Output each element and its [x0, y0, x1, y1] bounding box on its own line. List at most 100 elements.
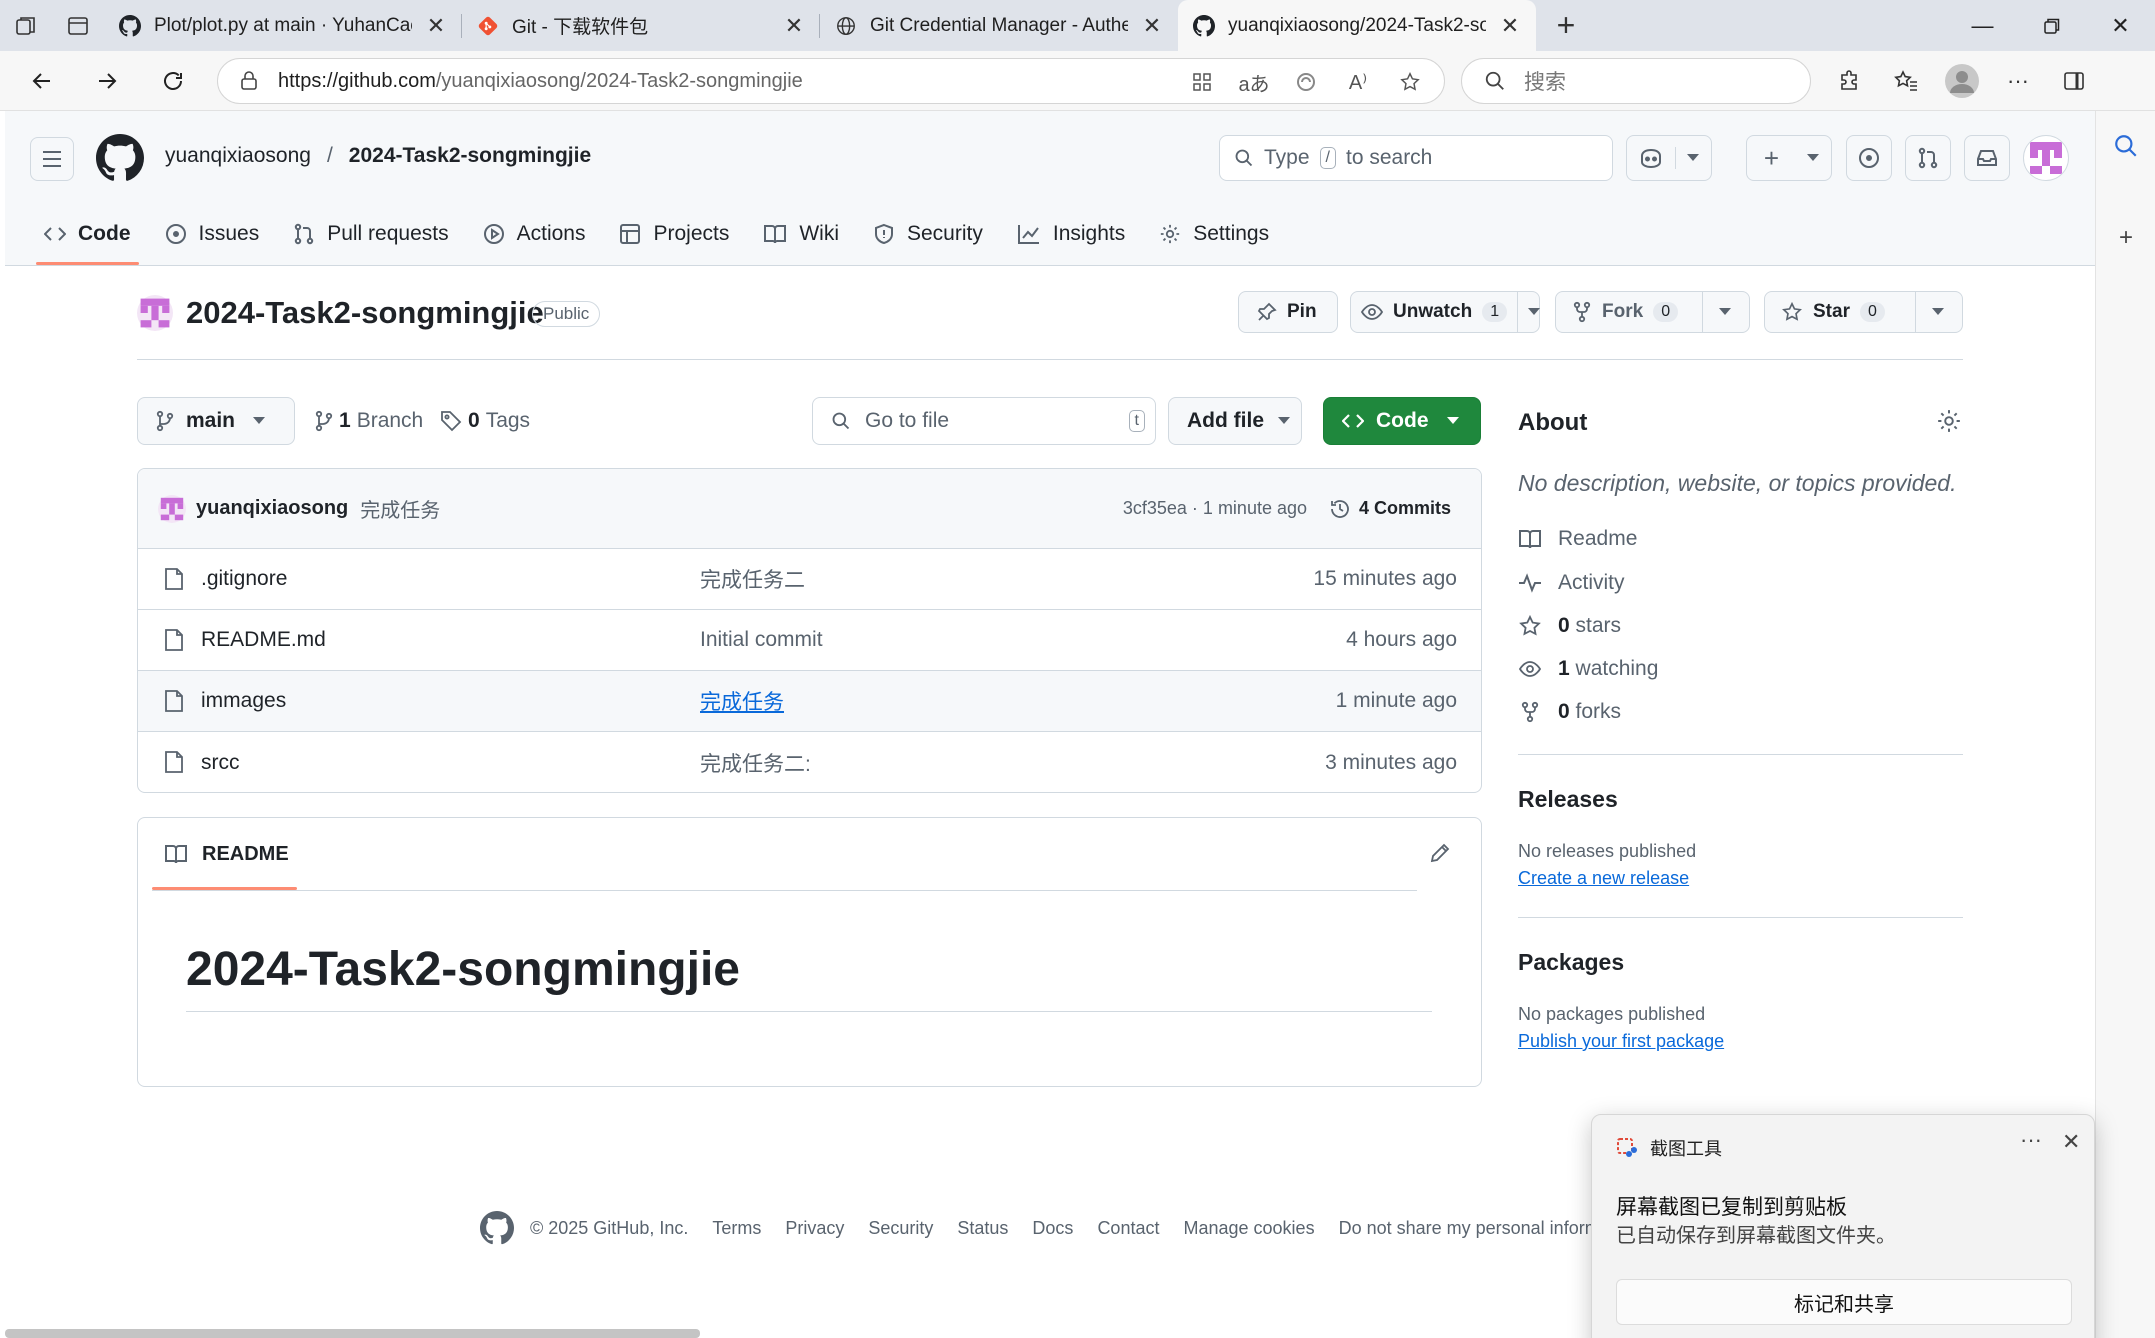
- file-name[interactable]: immages: [201, 689, 286, 713]
- menu-button[interactable]: [30, 137, 74, 181]
- packages-title[interactable]: Packages: [1518, 949, 1624, 976]
- footer-link-docs[interactable]: Docs: [1032, 1218, 1073, 1239]
- profile-avatar[interactable]: [1942, 61, 1982, 101]
- translate-icon[interactable]: aあ: [1238, 67, 1270, 97]
- code-button[interactable]: Code: [1323, 397, 1481, 445]
- footer-link-privacy[interactable]: Privacy: [785, 1218, 844, 1239]
- add-icon[interactable]: +: [2096, 224, 2155, 252]
- tab-security[interactable]: Security: [859, 203, 997, 265]
- read-aloud-icon[interactable]: A⁾: [1342, 67, 1374, 97]
- markup-and-share-button[interactable]: 标记和共享: [1616, 1279, 2072, 1325]
- create-new-button[interactable]: +: [1746, 135, 1832, 181]
- table-row[interactable]: .gitignore 完成任务二 15 minutes ago: [138, 549, 1481, 610]
- browser-search-input[interactable]: 搜索: [1461, 58, 1811, 104]
- chevron-down-icon[interactable]: [1517, 292, 1550, 332]
- chevron-down-icon[interactable]: [1915, 292, 1960, 332]
- go-to-file-input[interactable]: Go to file t: [812, 397, 1156, 445]
- apps-icon[interactable]: [1186, 67, 1218, 97]
- file-name[interactable]: srcc: [201, 751, 240, 775]
- commit-author[interactable]: yuanqixiaosong: [196, 497, 348, 520]
- close-icon[interactable]: ✕: [782, 13, 806, 38]
- forks-link[interactable]: 0 forks: [1518, 700, 1621, 724]
- minimize-icon[interactable]: —: [1948, 0, 2017, 51]
- tab-issues[interactable]: Issues: [151, 203, 274, 265]
- close-icon[interactable]: ✕: [424, 13, 448, 38]
- table-row[interactable]: srcc 完成任务二: 3 minutes ago: [138, 732, 1481, 792]
- footer-link-terms[interactable]: Terms: [712, 1218, 761, 1239]
- readme-link[interactable]: Readme: [1518, 527, 1637, 551]
- add-file-button[interactable]: Add file: [1168, 397, 1302, 445]
- file-commit-message[interactable]: 完成任务二:: [700, 748, 811, 778]
- stars-link[interactable]: 0 stars: [1518, 614, 1621, 638]
- back-icon[interactable]: [22, 63, 62, 99]
- new-tab-button[interactable]: +: [1536, 0, 1596, 51]
- gear-icon[interactable]: [1936, 408, 1962, 434]
- edge-refresh-icon[interactable]: [1290, 67, 1322, 97]
- table-row[interactable]: README.md Initial commit 4 hours ago: [138, 610, 1481, 671]
- table-row[interactable]: immages 完成任务 1 minute ago: [138, 671, 1481, 732]
- browser-tab-active[interactable]: yuanqixiaosong/2024-Task2-songmingjie ✕: [1178, 0, 1536, 51]
- footer-link-status[interactable]: Status: [957, 1218, 1008, 1239]
- commit-meta[interactable]: 3cf35ea · 1 minute ago: [1123, 498, 1307, 519]
- file-commit-message[interactable]: 完成任务二: [700, 564, 805, 594]
- close-icon[interactable]: ✕: [1140, 13, 1164, 38]
- pull-requests-button[interactable]: [1905, 135, 1951, 181]
- file-commit-message[interactable]: Initial commit: [700, 628, 823, 652]
- watching-link[interactable]: 1 watching: [1518, 657, 1658, 681]
- refresh-icon[interactable]: [153, 63, 193, 99]
- readme-tab[interactable]: README: [152, 818, 297, 890]
- user-avatar[interactable]: [2023, 135, 2069, 181]
- commits-link[interactable]: 4 Commits: [1329, 498, 1451, 520]
- create-release-link[interactable]: Create a new release: [1518, 868, 1689, 889]
- publish-package-link[interactable]: Publish your first package: [1518, 1031, 1724, 1052]
- branch-selector[interactable]: main: [137, 397, 295, 445]
- footer-link-manage-cookies[interactable]: Manage cookies: [1183, 1218, 1314, 1239]
- pin-button[interactable]: Pin: [1238, 291, 1338, 333]
- tab-code[interactable]: Code: [30, 203, 145, 265]
- file-name[interactable]: .gitignore: [201, 567, 287, 591]
- file-name[interactable]: README.md: [201, 628, 326, 652]
- pencil-icon[interactable]: [1429, 842, 1451, 864]
- favorites-icon[interactable]: [1886, 61, 1926, 101]
- branches-link[interactable]: 1 Branch: [315, 409, 423, 433]
- browser-tab[interactable]: Git - 下载软件包 ✕: [462, 0, 820, 51]
- browser-tab[interactable]: Plot/plot.py at main · YuhanCaelan ✕: [104, 0, 462, 51]
- github-search-input[interactable]: Type / to search: [1219, 135, 1613, 181]
- breadcrumb-owner[interactable]: yuanqixiaosong: [165, 144, 311, 168]
- more-icon[interactable]: ···: [1998, 61, 2038, 101]
- file-commit-message[interactable]: 完成任务: [700, 686, 784, 716]
- forward-icon[interactable]: [87, 63, 127, 99]
- vertical-tabs-icon[interactable]: [52, 0, 104, 51]
- watch-button[interactable]: Unwatch 1: [1350, 291, 1541, 333]
- tab-settings[interactable]: Settings: [1145, 203, 1283, 265]
- favorite-star-icon[interactable]: [1394, 67, 1426, 97]
- copilot-button[interactable]: [1626, 135, 1712, 181]
- github-logo-icon[interactable]: [480, 1211, 514, 1245]
- breadcrumb-repo[interactable]: 2024-Task2-songmingjie: [349, 144, 591, 168]
- close-window-icon[interactable]: ✕: [2086, 0, 2155, 51]
- inbox-button[interactable]: [1964, 135, 2010, 181]
- star-button[interactable]: Star 0: [1764, 291, 1963, 333]
- url-input[interactable]: https://github.com/yuanqixiaosong/2024-T…: [217, 58, 1445, 104]
- restore-icon[interactable]: [2017, 0, 2086, 51]
- issues-button[interactable]: [1846, 135, 1892, 181]
- page-title[interactable]: 2024-Task2-songmingjie: [186, 295, 544, 331]
- releases-title[interactable]: Releases: [1518, 786, 1618, 813]
- footer-link-contact[interactable]: Contact: [1097, 1218, 1159, 1239]
- tab-insights[interactable]: Insights: [1003, 203, 1139, 265]
- tab-actions[interactable]: Actions: [469, 203, 600, 265]
- fork-button[interactable]: Fork 0: [1555, 291, 1750, 333]
- github-logo-icon[interactable]: [96, 134, 144, 182]
- tab-wiki[interactable]: Wiki: [749, 203, 853, 265]
- sidebar-toggle-icon[interactable]: [2054, 61, 2094, 101]
- browser-tab[interactable]: Git Credential Manager - Authentication …: [820, 0, 1178, 51]
- tab-pull-requests[interactable]: Pull requests: [279, 203, 462, 265]
- tab-projects[interactable]: Projects: [605, 203, 743, 265]
- footer-link-security[interactable]: Security: [868, 1218, 933, 1239]
- horizontal-scrollbar[interactable]: [5, 1329, 700, 1338]
- close-icon[interactable]: ✕: [1498, 13, 1522, 38]
- chevron-down-icon[interactable]: [1702, 292, 1747, 332]
- tags-link[interactable]: 0 Tags: [440, 409, 530, 433]
- search-icon[interactable]: [2096, 133, 2155, 159]
- workspaces-icon[interactable]: [0, 0, 52, 51]
